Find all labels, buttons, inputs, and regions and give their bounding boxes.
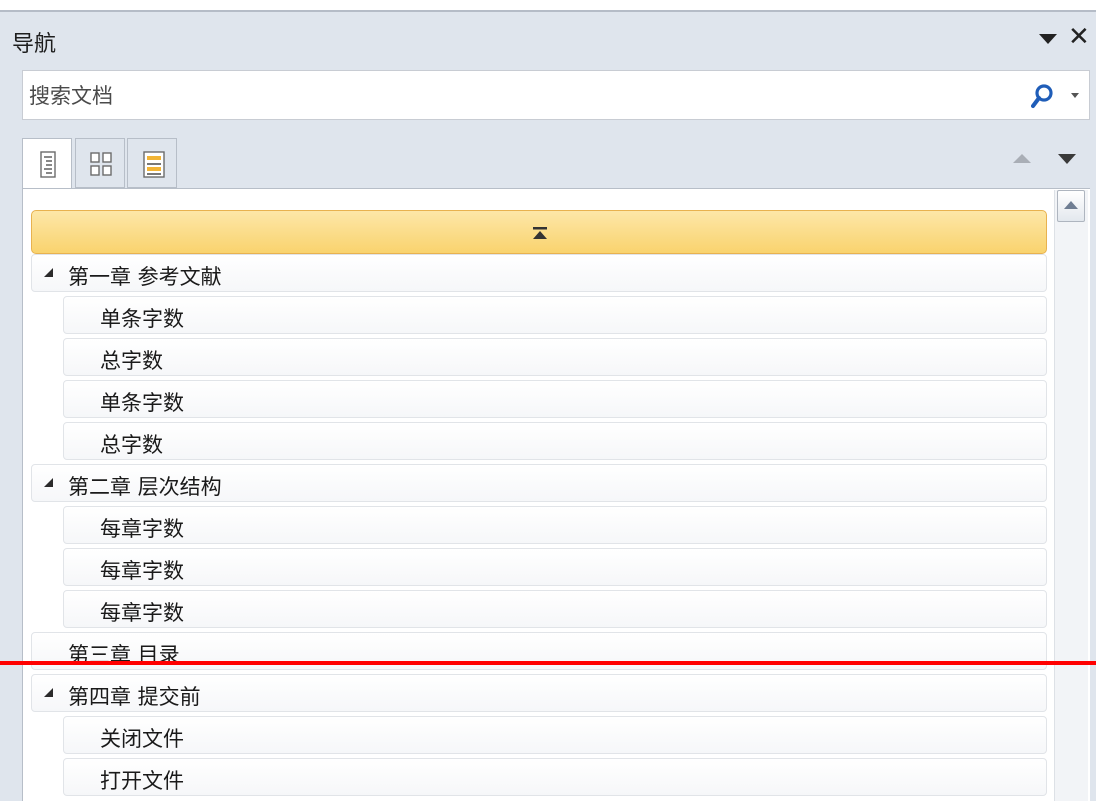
expander-icon[interactable] (44, 688, 54, 698)
headings-view-icon (40, 151, 56, 178)
outline-subheading[interactable]: 每章字数 (63, 590, 1047, 628)
search-results-icon (143, 151, 165, 178)
outline-subheading[interactable]: 单条字数 (63, 296, 1047, 334)
close-icon[interactable]: ✕ (1068, 22, 1094, 52)
pane-options-dropdown-icon[interactable] (1036, 24, 1060, 52)
next-result-icon[interactable] (1056, 148, 1080, 168)
subheading-label: 单条字数 (100, 391, 184, 415)
outline-subheading[interactable]: 总字数 (63, 338, 1047, 376)
tab-pages[interactable] (75, 138, 125, 188)
subheading-label: 关闭文件 (100, 727, 184, 751)
subheading-label: 总字数 (100, 349, 163, 373)
outline-heading[interactable]: 第一章 参考文献 (31, 254, 1047, 292)
subheading-label: 总字数 (100, 433, 163, 457)
tab-headings[interactable] (22, 138, 72, 190)
outline-subheading[interactable]: 打开文件 (63, 758, 1047, 796)
heading-label: 第四章 提交前 (68, 685, 201, 709)
heading-label: 第二章 层次结构 (68, 475, 222, 499)
scroll-up-icon[interactable] (1057, 190, 1085, 222)
search-options-chevron-icon[interactable] (1069, 85, 1083, 107)
collapse-up-icon (533, 227, 547, 239)
subheading-label: 每章字数 (100, 517, 184, 541)
outline-heading[interactable]: 第二章 层次结构 (31, 464, 1047, 502)
subheading-label: 单条字数 (100, 307, 184, 331)
outline-subheading[interactable]: 关闭文件 (63, 716, 1047, 754)
pages-thumbnail-icon (90, 152, 112, 176)
outline-subheading[interactable]: 单条字数 (63, 380, 1047, 418)
expander-icon[interactable] (44, 268, 54, 278)
vertical-scrollbar[interactable] (1054, 190, 1088, 801)
subheading-label: 每章字数 (100, 601, 184, 625)
outline-subheading[interactable]: 每章字数 (63, 548, 1047, 586)
search-icon[interactable] (1031, 83, 1055, 109)
collapse-all-button[interactable] (31, 210, 1047, 254)
heading-label: 第一章 参考文献 (68, 265, 222, 289)
subheading-label: 打开文件 (100, 769, 184, 793)
expander-icon[interactable] (44, 478, 54, 488)
search-input[interactable] (27, 77, 1011, 115)
previous-result-icon[interactable] (1012, 148, 1034, 168)
subheading-label: 每章字数 (100, 559, 184, 583)
outline-subheading[interactable]: 每章字数 (63, 506, 1047, 544)
tab-results[interactable] (127, 138, 177, 188)
pane-title-bar (0, 12, 1096, 56)
pane-title: 导航 (12, 32, 57, 57)
outline-subheading[interactable]: 总字数 (63, 422, 1047, 460)
annotation-red-line (0, 661, 1096, 665)
outline-heading[interactable]: 第四章 提交前 (31, 674, 1047, 712)
search-box (22, 70, 1090, 120)
